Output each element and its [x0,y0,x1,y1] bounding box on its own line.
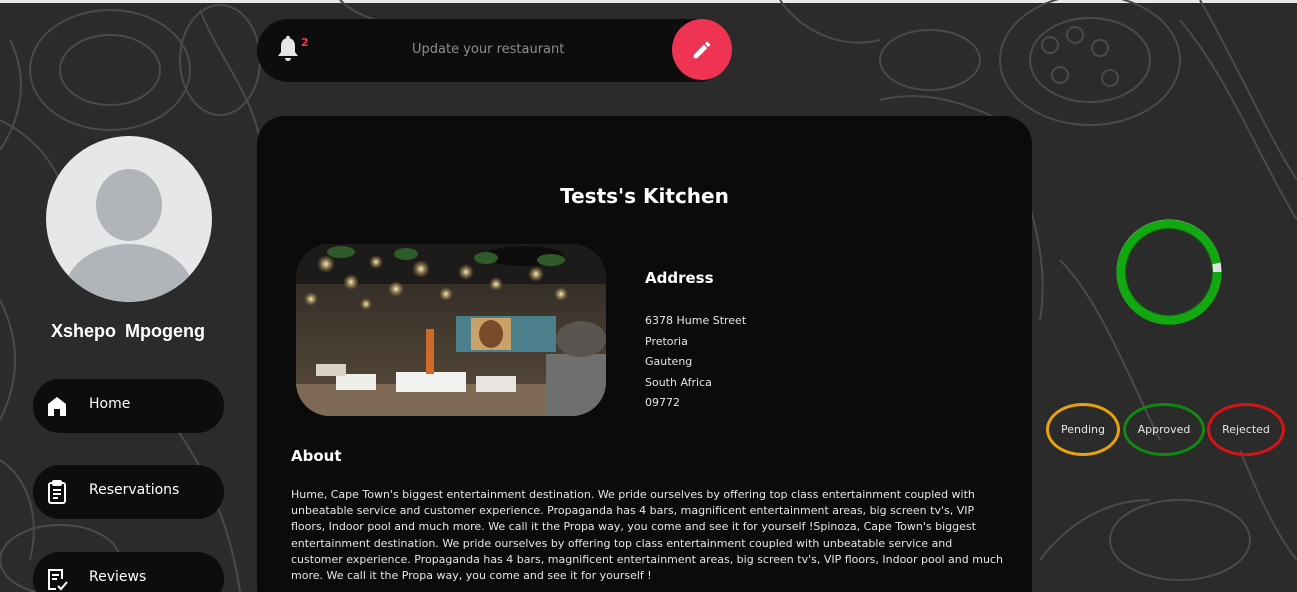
home-icon [48,397,66,416]
top-bar: 2 Update your restaurant [257,19,729,82]
pencil-icon [693,41,711,58]
address-city: Pretoria [645,335,688,348]
nav-item-home-label: Home [89,396,131,412]
bell-icon[interactable] [276,35,300,63]
address-heading: Address [645,269,714,287]
address-street: 6378 Hume Street [645,314,747,327]
nav-item-reservations-label: Reservations [89,482,180,498]
rejected-label: Rejected [1222,423,1270,436]
nav-item-reviews-label: Reviews [89,569,147,585]
restaurant-interior-image [296,244,606,416]
restaurant-photo [296,244,606,416]
pending-filter-button[interactable]: Pending [1046,403,1120,456]
clipboard-icon [48,480,66,504]
avatar-head-silhouette [96,169,162,241]
rejected-filter-button[interactable]: Rejected [1207,403,1285,456]
status-ring-chart [1116,219,1222,325]
update-restaurant-label: Update your restaurant [412,42,565,57]
address-province: Gauteng [645,355,693,368]
restaurant-card: Tests's Kitchen Address 6378 Hume Street… [257,116,1032,592]
about-text: Hume, Cape Town's biggest entertainment … [291,488,1003,583]
nav-item-home[interactable]: Home [33,379,224,433]
avatar [46,136,212,302]
restaurant-title: Tests's Kitchen [560,184,729,208]
notification-count-badge: 2 [301,36,309,49]
review-checklist-icon [48,569,68,591]
address-postal-code: 09772 [645,396,680,409]
approved-label: Approved [1137,423,1191,436]
about-heading: About [291,447,342,465]
edit-restaurant-button[interactable] [672,19,732,80]
approved-filter-button[interactable]: Approved [1123,403,1205,456]
avatar-body-silhouette [64,244,194,302]
nav-item-reservations[interactable]: Reservations [33,465,224,519]
address-country: South Africa [645,376,712,389]
nav-item-reviews[interactable]: Reviews [33,552,224,592]
user-name: Xshepo Mpogeng [51,321,205,341]
pending-label: Pending [1061,423,1105,436]
